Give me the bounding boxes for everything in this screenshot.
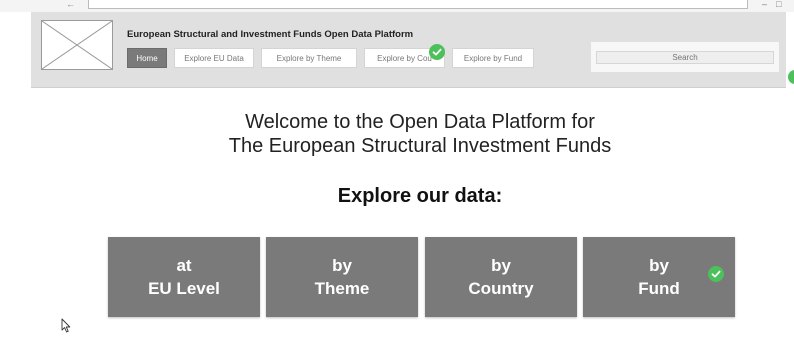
page: ← – □ European Structural and Investment…: [0, 0, 794, 350]
site-header: European Structural and Investment Funds…: [31, 12, 786, 88]
welcome-text: Welcome to the Open Data Platform for Th…: [0, 110, 794, 158]
window-minimize-icon[interactable]: –: [762, 0, 767, 9]
search-area: [591, 42, 779, 72]
welcome-line-2: The European Structural Investment Funds: [228, 135, 612, 157]
mouse-pointer-icon: [61, 318, 71, 338]
welcome-line-1: Welcome to the Open Data Platform for: [245, 111, 595, 133]
logo-placeholder-icon: [41, 20, 113, 70]
browser-back-icon[interactable]: ←: [66, 0, 75, 9]
check-icon: [708, 266, 724, 282]
tile-label-line2: Theme: [314, 279, 370, 298]
nav-tab-home[interactable]: Home: [127, 48, 167, 68]
window-maximize-icon[interactable]: □: [776, 0, 781, 9]
browser-chrome: ← – □: [0, 0, 794, 12]
tile-country[interactable]: by Country: [425, 237, 577, 317]
tile-label-line1: by: [332, 256, 352, 275]
search-input[interactable]: [596, 51, 774, 64]
tile-label-line2: Country: [468, 279, 534, 298]
browser-address-bar[interactable]: [88, 0, 748, 9]
nav-tab-explore-by-fund[interactable]: Explore by Fund: [452, 48, 534, 68]
nav-tab-explore-eu-data[interactable]: Explore EU Data: [174, 48, 254, 68]
tile-label-line1: by: [491, 256, 511, 275]
tile-label-line2: EU Level: [148, 279, 220, 298]
tile-theme[interactable]: by Theme: [266, 237, 418, 317]
check-icon: [429, 44, 445, 60]
explore-heading: Explore our data:: [337, 185, 503, 207]
status-dot-icon: [788, 70, 794, 84]
tile-label-line1: at: [176, 256, 192, 275]
tile-eu-level[interactable]: at EU Level: [108, 237, 260, 317]
nav-tab-explore-by-theme[interactable]: Explore by Theme: [261, 48, 357, 68]
site-title: European Structural and Investment Funds…: [127, 29, 414, 40]
